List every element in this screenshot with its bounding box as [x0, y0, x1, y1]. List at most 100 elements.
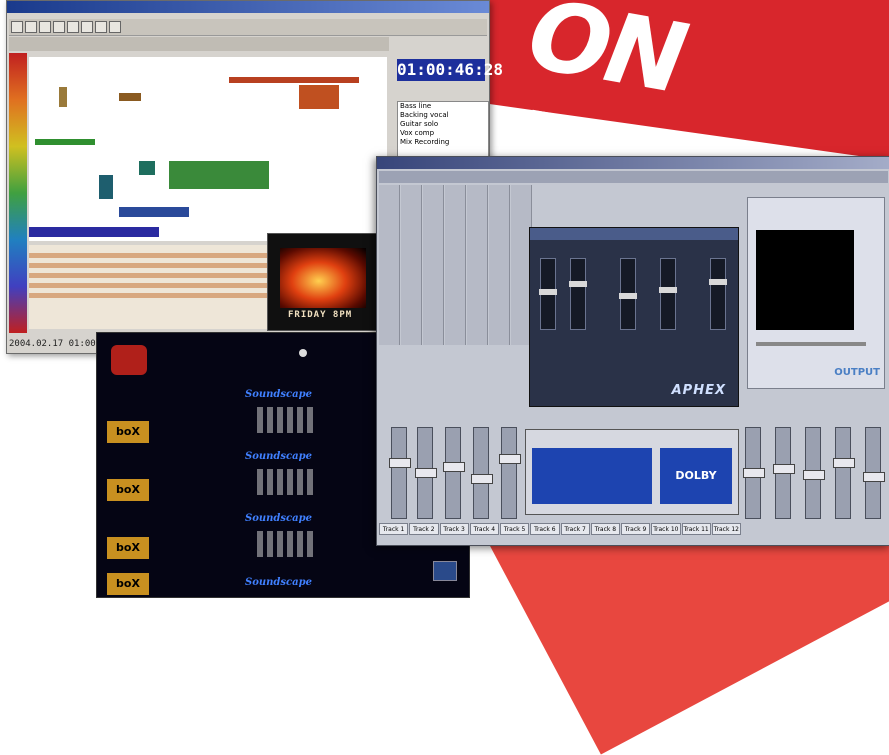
- channel-fader[interactable]: [803, 427, 825, 519]
- marker-item[interactable]: Vox comp: [398, 129, 488, 138]
- plugin-name: APHEX: [671, 383, 726, 398]
- automation-lane[interactable]: [29, 263, 279, 268]
- channel-strip[interactable]: [467, 185, 488, 345]
- clip[interactable]: [299, 85, 339, 109]
- media-item[interactable]: boX: [107, 573, 167, 623]
- track-tab-bar: Track 1 Track 2 Track 3 Track 4 Track 5 …: [379, 523, 741, 535]
- track-tab[interactable]: Track 10: [651, 523, 681, 535]
- fader-knob[interactable]: [709, 279, 727, 285]
- marker-item[interactable]: Bass line: [398, 102, 488, 111]
- surround-scope[interactable]: [756, 230, 854, 330]
- automation-lane[interactable]: [29, 293, 279, 298]
- channel-fader[interactable]: [471, 427, 493, 519]
- clip[interactable]: [229, 77, 359, 83]
- track-tab[interactable]: Track 1: [379, 523, 409, 535]
- waveform-grid: [257, 469, 317, 495]
- toolbar-button[interactable]: [25, 21, 37, 33]
- fader-knob[interactable]: [569, 281, 587, 287]
- channel-fader[interactable]: [863, 427, 885, 519]
- fader-knob[interactable]: [863, 472, 885, 482]
- fader-knob[interactable]: [773, 464, 795, 474]
- fader-knob[interactable]: [443, 462, 465, 472]
- track-tab[interactable]: Track 7: [560, 523, 590, 535]
- channel-fader[interactable]: [743, 427, 765, 519]
- track-tab[interactable]: Track 8: [590, 523, 620, 535]
- fader-knob[interactable]: [539, 289, 557, 295]
- channel-strip[interactable]: [379, 185, 400, 345]
- channel-strip[interactable]: [423, 185, 444, 345]
- fader-knob[interactable]: [471, 474, 493, 484]
- channel-strip[interactable]: [489, 185, 510, 345]
- channel-fader[interactable]: [499, 427, 521, 519]
- fader-knob[interactable]: [415, 468, 437, 478]
- plugin-fader[interactable]: [709, 258, 727, 330]
- track-tab[interactable]: Track 2: [409, 523, 439, 535]
- fader-knob[interactable]: [659, 287, 677, 293]
- surround-panel: OUTPUT: [747, 197, 885, 389]
- channel-strip[interactable]: [401, 185, 422, 345]
- output-label: OUTPUT: [834, 367, 880, 378]
- automation-lane[interactable]: [29, 273, 279, 278]
- marker-item[interactable]: Backing vocal: [398, 111, 488, 120]
- plugin-fader[interactable]: [539, 258, 557, 330]
- track-tab[interactable]: Track 12: [711, 523, 741, 535]
- toolbar-button[interactable]: [95, 21, 107, 33]
- sequencer-titlebar[interactable]: [7, 1, 489, 13]
- marker-item[interactable]: Guitar solo: [398, 120, 488, 129]
- media-icon[interactable]: [433, 561, 457, 581]
- panner-slider[interactable]: [756, 342, 866, 346]
- media-thumbnail[interactable]: [111, 345, 147, 375]
- channel-fader[interactable]: [773, 427, 795, 519]
- toolbar-button[interactable]: [53, 21, 65, 33]
- channel-fader[interactable]: [443, 427, 465, 519]
- track-tab[interactable]: Track 9: [621, 523, 651, 535]
- track-tab[interactable]: Track 4: [469, 523, 499, 535]
- arrange-area[interactable]: [29, 57, 387, 241]
- toolbar-button[interactable]: [109, 21, 121, 33]
- mixer-window: APHEX OUTPUT DOLBY Track 1 Track 2 Track…: [376, 156, 889, 546]
- track-tab[interactable]: Track 6: [530, 523, 560, 535]
- clip[interactable]: [59, 87, 67, 107]
- video-frame: [280, 248, 366, 308]
- channel-fader[interactable]: [389, 427, 411, 519]
- fader-knob[interactable]: [619, 293, 637, 299]
- playhead-dot[interactable]: [299, 349, 307, 357]
- clip[interactable]: [29, 227, 159, 237]
- media-item[interactable]: boX: [107, 479, 167, 529]
- toolbar-button[interactable]: [81, 21, 93, 33]
- clip[interactable]: [119, 93, 141, 101]
- track-tab[interactable]: Track 5: [500, 523, 530, 535]
- fader-knob[interactable]: [389, 458, 411, 468]
- encoder-display[interactable]: [532, 448, 652, 504]
- toolbar-button[interactable]: [11, 21, 23, 33]
- fader-knob[interactable]: [833, 458, 855, 468]
- clip[interactable]: [139, 161, 155, 175]
- channel-fader[interactable]: [833, 427, 855, 519]
- fader-knob[interactable]: [743, 468, 765, 478]
- clip[interactable]: [119, 207, 189, 217]
- track-tab[interactable]: Track 11: [681, 523, 711, 535]
- clip[interactable]: [99, 175, 113, 199]
- fader-knob[interactable]: [803, 470, 825, 480]
- track-tab[interactable]: Track 3: [439, 523, 469, 535]
- channel-fader[interactable]: [415, 427, 437, 519]
- clip[interactable]: [35, 139, 95, 145]
- plugin-fader[interactable]: [619, 258, 637, 330]
- media-item[interactable]: boX: [107, 421, 167, 471]
- sequencer-menubar[interactable]: [9, 37, 389, 51]
- marker-item[interactable]: Mix Recording: [398, 138, 488, 147]
- clip[interactable]: [169, 161, 269, 189]
- plugin-titlebar[interactable]: [530, 228, 738, 240]
- toolbar-button[interactable]: [67, 21, 79, 33]
- automation-lane[interactable]: [29, 283, 279, 288]
- toolbar-button[interactable]: [39, 21, 51, 33]
- track-color-strip[interactable]: [9, 53, 27, 333]
- automation-lane[interactable]: [29, 253, 279, 258]
- dolby-logo: DOLBY: [660, 448, 732, 504]
- plugin-fader[interactable]: [569, 258, 587, 330]
- plugin-fader[interactable]: [659, 258, 677, 330]
- fader-knob[interactable]: [499, 454, 521, 464]
- mixer-titlebar[interactable]: [377, 157, 889, 169]
- dolby-encoder: DOLBY: [525, 429, 739, 515]
- channel-strip[interactable]: [445, 185, 466, 345]
